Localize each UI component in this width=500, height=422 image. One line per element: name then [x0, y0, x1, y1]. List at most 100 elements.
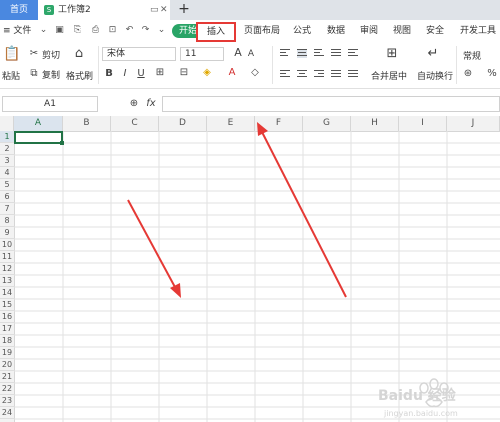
row-header[interactable]: 3 — [0, 155, 14, 167]
active-cell-a1[interactable] — [14, 131, 63, 144]
row-header[interactable]: 17 — [0, 323, 14, 335]
tab-view[interactable]: 视图 — [393, 20, 411, 42]
row-header[interactable]: 20 — [0, 359, 14, 371]
file-menu[interactable]: ≡ 文件 — [3, 20, 31, 42]
name-box[interactable]: A1 — [2, 96, 98, 112]
row-header[interactable]: 23 — [0, 395, 14, 407]
align-left-icon[interactable] — [280, 70, 290, 79]
row-header[interactable]: 9 — [0, 227, 14, 239]
print-preview-icon[interactable]: ⊡ — [107, 25, 118, 36]
row-header[interactable]: 16 — [0, 311, 14, 323]
window-restore-icon[interactable]: ▭ — [150, 0, 159, 20]
row-header[interactable]: 4 — [0, 167, 14, 179]
row-header[interactable]: 18 — [0, 335, 14, 347]
column-header[interactable]: G — [303, 116, 351, 131]
merge-cells-icon[interactable]: ⊟ — [178, 67, 190, 79]
column-header[interactable]: D — [159, 116, 207, 131]
close-icon[interactable]: ✕ — [160, 0, 168, 20]
print-icon[interactable]: ⎙ — [90, 25, 101, 36]
row-header[interactable]: 24 — [0, 407, 14, 419]
tab-page-layout[interactable]: 页面布局 — [244, 20, 280, 42]
row-header[interactable]: 11 — [0, 251, 14, 263]
row-header[interactable]: 1 — [0, 131, 14, 143]
row-header[interactable]: 2 — [0, 143, 14, 155]
row-header[interactable]: 14 — [0, 287, 14, 299]
redo-icon[interactable]: ↷ — [140, 25, 151, 36]
tab-developer[interactable]: 开发工具 — [460, 20, 496, 42]
column-header[interactable]: B — [63, 116, 111, 131]
align-center-icon[interactable] — [297, 70, 307, 79]
formula-input[interactable] — [162, 96, 500, 112]
justify-icon[interactable] — [331, 70, 341, 79]
row-header[interactable]: 8 — [0, 215, 14, 227]
export-icon[interactable]: ⎘ — [72, 25, 83, 36]
function-icon[interactable]: fx — [144, 98, 158, 110]
row-header[interactable]: 10 — [0, 239, 14, 251]
row-header[interactable]: 7 — [0, 203, 14, 215]
copy-icon[interactable]: ⧉ — [29, 68, 39, 80]
merge-center-button[interactable]: 合并居中 — [371, 69, 407, 82]
chevron-down-icon[interactable]: ⌄ — [38, 25, 49, 36]
row-header[interactable]: 21 — [0, 371, 14, 383]
distributed-icon[interactable] — [348, 70, 358, 79]
tab-document[interactable]: S 工作簿2 ▭ ✕ — [38, 0, 170, 20]
tab-data[interactable]: 数据 — [327, 20, 345, 42]
align-middle-icon[interactable] — [297, 49, 307, 58]
row-header[interactable]: 15 — [0, 299, 14, 311]
tab-insert[interactable]: 插入 — [196, 20, 236, 42]
wrap-text-icon[interactable]: ↵ — [425, 47, 441, 60]
paste-button[interactable]: 粘贴 — [2, 69, 20, 82]
row-header[interactable]: 22 — [0, 383, 14, 395]
row-header[interactable]: 12 — [0, 263, 14, 275]
undo-icon[interactable]: ↶ — [124, 25, 135, 36]
format-painter-icon[interactable]: ⌂ — [72, 47, 86, 60]
merge-center-icon[interactable]: ⊞ — [384, 47, 400, 60]
bold-icon[interactable]: B — [104, 68, 114, 80]
cut-button[interactable]: 剪切 — [42, 48, 60, 61]
fill-color-icon[interactable]: ◈ — [201, 67, 213, 79]
row-header[interactable]: 13 — [0, 275, 14, 287]
row-header[interactable]: 5 — [0, 179, 14, 191]
border-icon[interactable]: ⊞ — [154, 67, 166, 79]
eraser-icon[interactable]: ◇ — [249, 67, 261, 79]
column-header[interactable]: A — [14, 116, 63, 131]
column-header[interactable]: C — [111, 116, 159, 131]
format-painter-button[interactable]: 格式刷 — [66, 69, 93, 82]
font-size-select[interactable]: 11 — [180, 47, 224, 61]
paste-icon[interactable]: 📋 — [3, 47, 20, 61]
decrease-font-icon[interactable]: A — [246, 48, 256, 60]
tab-security[interactable]: 安全 — [426, 20, 444, 42]
tab-home[interactable]: 首页 — [0, 0, 38, 20]
currency-icon[interactable]: ⊛ — [462, 68, 474, 80]
copy-button[interactable]: 复制 — [42, 68, 60, 81]
column-header[interactable]: F — [255, 116, 303, 131]
save-icon[interactable]: ▣ — [54, 25, 65, 36]
tab-formulas[interactable]: 公式 — [293, 20, 311, 42]
new-tab-button[interactable]: + — [174, 0, 194, 20]
row-header[interactable]: 19 — [0, 347, 14, 359]
underline-icon[interactable]: U — [136, 68, 146, 80]
italic-icon[interactable]: I — [120, 68, 130, 80]
tab-review[interactable]: 审阅 — [360, 20, 378, 42]
wrap-text-button[interactable]: 自动换行 — [417, 69, 453, 82]
zoom-icon[interactable]: ⊕ — [128, 98, 140, 110]
column-header[interactable]: I — [399, 116, 447, 131]
column-header[interactable]: H — [351, 116, 399, 131]
number-format-select[interactable]: 常规 — [463, 49, 481, 62]
select-all-corner[interactable] — [0, 116, 14, 131]
increase-font-icon[interactable]: A — [232, 47, 244, 59]
orientation-icon[interactable] — [331, 49, 341, 58]
column-header[interactable]: J — [447, 116, 500, 131]
align-top-icon[interactable] — [280, 49, 290, 58]
align-bottom-icon[interactable] — [314, 49, 324, 58]
font-name-select[interactable]: 宋体 — [102, 47, 176, 61]
percent-icon[interactable]: % — [486, 68, 498, 80]
fill-handle[interactable] — [60, 141, 64, 145]
font-color-icon[interactable]: A — [226, 67, 238, 79]
wrap-icon[interactable] — [348, 49, 358, 58]
column-header[interactable]: E — [207, 116, 255, 131]
scissors-icon[interactable]: ✂ — [29, 48, 39, 60]
align-right-icon[interactable] — [314, 70, 324, 79]
customize-toolbar-icon[interactable]: ⌄ — [156, 25, 167, 36]
row-header[interactable]: 6 — [0, 191, 14, 203]
